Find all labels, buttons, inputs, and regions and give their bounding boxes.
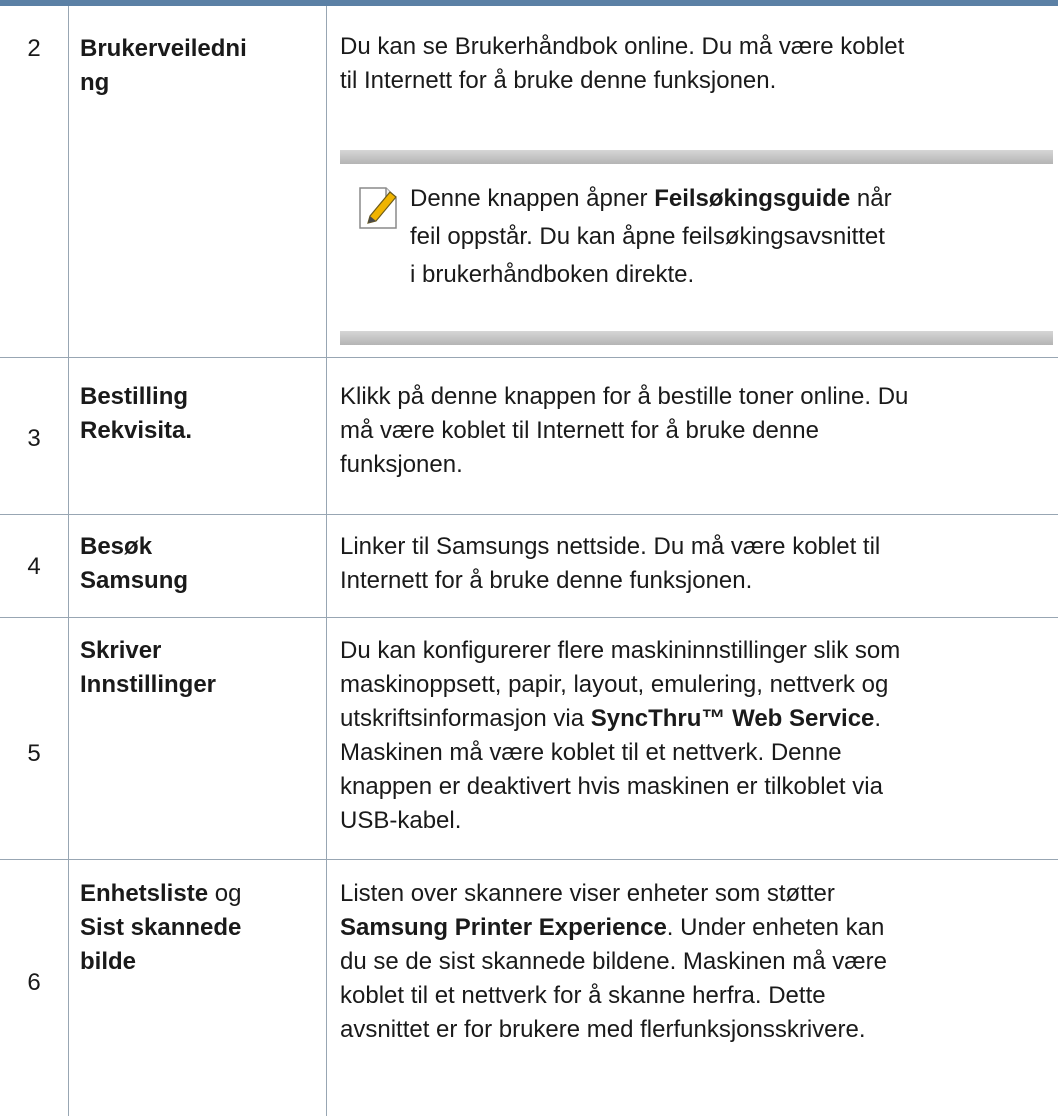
- feature-name-line: Bestilling: [80, 383, 189, 410]
- description-line: til Internett for å bruke denne funksjon…: [340, 67, 777, 94]
- row-number: 6: [27, 969, 41, 996]
- note-text-post: når: [850, 185, 892, 212]
- description-line: Maskinen må være koblet til et nettverk.…: [340, 739, 842, 766]
- description-line: Linker til Samsungs nettside. Du må være…: [340, 533, 881, 560]
- row-number: 2: [27, 35, 41, 62]
- note-text-bold: Feilsøkingsguide: [654, 185, 851, 212]
- description-line: koblet til et nettverk for å skanne herf…: [340, 982, 826, 1009]
- feature-description: Klikk på denne knappen for å bestille to…: [340, 380, 1045, 482]
- description-line: Internett for å bruke denne funksjonen.: [340, 567, 753, 594]
- description-bold-text: SyncThru™ Web Service: [590, 705, 875, 732]
- note-pencil-icon: [356, 184, 400, 232]
- note-text-pre: Denne knappen åpner: [410, 185, 655, 212]
- description-text: utskriftsinformasjon via: [340, 705, 591, 732]
- description-line: Du kan konfigurerer flere maskininnstill…: [340, 637, 901, 664]
- row-divider: [0, 357, 1058, 358]
- description-line: USB-kabel.: [340, 807, 462, 834]
- feature-name-line: Innstillinger: [80, 671, 217, 698]
- description-line: knappen er deaktivert hvis maskinen er t…: [340, 773, 883, 800]
- description-line: Listen over skannere viser enheter som s…: [340, 880, 835, 907]
- feature-description: Du kan se Brukerhåndbok online. Du må væ…: [340, 30, 1045, 98]
- feature-name-line: bilde: [80, 948, 137, 975]
- description-line: du se de sist skannede bildene. Maskinen…: [340, 948, 887, 975]
- feature-name-line: Besøk: [80, 533, 153, 560]
- feature-name-line: ng: [80, 69, 110, 96]
- row-divider: [0, 514, 1058, 515]
- note-line: i brukerhåndboken direkte.: [410, 261, 695, 288]
- description-text: . Under enheten kan: [666, 914, 885, 941]
- feature-name-line: Samsung: [80, 567, 189, 594]
- description-line: Du kan se Brukerhåndbok online. Du må væ…: [340, 33, 905, 60]
- column-divider: [68, 6, 69, 1116]
- note-text: Denne knappen åpner Feilsøkingsguide når…: [410, 180, 1053, 294]
- feature-name: Besøk Samsung: [80, 530, 320, 598]
- feature-name-line: Rekvisita.: [80, 417, 193, 444]
- description-line: utskriftsinformasjon via SyncThru™ Web S…: [340, 702, 1045, 736]
- note-line: feil oppstår. Du kan åpne feilsøkingsavs…: [410, 223, 885, 250]
- feature-name-plain: og: [208, 880, 242, 907]
- note-bottom-bar: [340, 331, 1053, 345]
- description-text: .: [874, 705, 882, 732]
- row-divider: [0, 859, 1058, 860]
- feature-name-line: Brukerveiledni: [80, 35, 247, 62]
- feature-name-line: Skriver: [80, 637, 162, 664]
- description-line: avsnittet er for brukere med flerfunksjo…: [340, 1016, 866, 1043]
- description-line: maskinoppsett, papir, layout, emulering,…: [340, 671, 889, 698]
- description-line: Samsung Printer Experience. Under enhete…: [340, 911, 1045, 945]
- feature-name: Enhetsliste og Sist skannede bilde: [80, 877, 320, 979]
- feature-name-bold: Enhetsliste: [80, 880, 209, 907]
- column-divider: [326, 6, 327, 1116]
- feature-name: Skriver Innstillinger: [80, 634, 320, 702]
- feature-description: Linker til Samsungs nettside. Du må være…: [340, 530, 1045, 598]
- row-divider: [0, 617, 1058, 618]
- description-line: Klikk på denne knappen for å bestille to…: [340, 383, 909, 410]
- note-top-bar: [340, 150, 1053, 164]
- row-number: 3: [27, 425, 41, 452]
- feature-name-line: Sist skannede: [80, 914, 242, 941]
- table-top-rule: [0, 0, 1058, 6]
- feature-name: Bestilling Rekvisita.: [80, 380, 320, 448]
- description-line: funksjonen.: [340, 451, 463, 478]
- feature-description: Du kan konfigurerer flere maskininnstill…: [340, 634, 1045, 838]
- feature-name-line: Enhetsliste og: [80, 877, 320, 911]
- row-number: 4: [27, 553, 41, 580]
- feature-name: Brukerveiledni ng: [80, 32, 320, 100]
- description-line: må være koblet til Internett for å bruke…: [340, 417, 819, 444]
- note-line: Denne knappen åpner Feilsøkingsguide når: [410, 180, 1053, 218]
- note-box: Denne knappen åpner Feilsøkingsguide når…: [340, 150, 1053, 345]
- row-number: 5: [27, 740, 41, 767]
- description-bold-text: Samsung Printer Experience: [340, 914, 667, 941]
- feature-description: Listen over skannere viser enheter som s…: [340, 877, 1045, 1047]
